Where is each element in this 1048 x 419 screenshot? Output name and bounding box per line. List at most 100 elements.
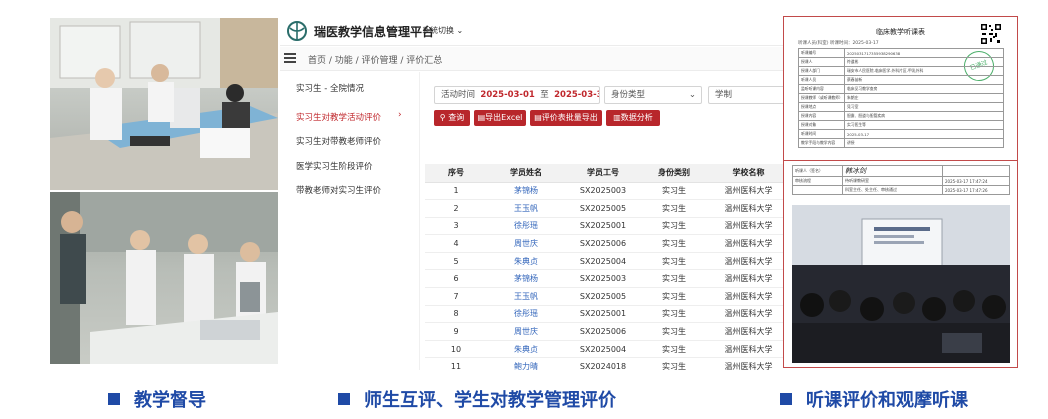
identity-type-select[interactable]: 身份类型 ⌄ <box>604 86 702 104</box>
column-header[interactable]: 学校名称 <box>707 164 790 183</box>
identity-type-placeholder: 身份类型 <box>611 90 646 100</box>
form-field-label: 监听听课内容 <box>798 84 845 94</box>
teaching-supervision-photo <box>50 18 278 190</box>
table-row[interactable]: 7 王玉帆 SX2025005 实习生 温州医科大学 <box>425 287 790 306</box>
column-header[interactable]: 身份类别 <box>641 164 707 183</box>
review-cell: 听课人（签名） <box>792 165 843 177</box>
table-row[interactable]: 11 鲍力晴 SX2024018 实习生 温州医科大学 <box>425 357 790 370</box>
table-cell: SX2025005 <box>565 287 641 306</box>
lecture-evaluation-form: 临床教学听课表 听课人员(科室) 听课时间：2025-03-17 已通过 听课编… <box>783 16 1018 162</box>
caption-teaching-supervision: 教学督导 <box>108 386 206 412</box>
hospital-logo-icon <box>287 21 307 41</box>
form-row: 授课对象 实习医生等 <box>798 120 1004 130</box>
form-field-value: 胆囊、胆道与胆管疾病 <box>844 111 1004 121</box>
form-meta: 听课人员(科室) 听课时间：2025-03-17 <box>798 41 879 46</box>
form-row: 授课教师（或听课教师） 朱朗庄 <box>798 93 1004 103</box>
form-field-label: 授课对象 <box>798 120 845 130</box>
data-analysis-button[interactable]: ▥数据分析 <box>606 110 660 126</box>
student-name-link[interactable]: 朱典贞 <box>487 252 565 271</box>
table-row[interactable]: 5 朱典贞 SX2025004 实习生 温州医科大学 <box>425 252 790 271</box>
menu-toggle-icon[interactable] <box>284 53 296 63</box>
export-excel-button[interactable]: ▤导出Excel <box>474 110 526 126</box>
form-field-value: 蔡春苗新 <box>844 75 1004 85</box>
table-cell: 温州医科大学 <box>707 357 790 370</box>
caption-text: 师生互评、学生对教学管理评价 <box>364 390 616 411</box>
system-switch-label: 系统切换 <box>422 26 454 35</box>
table-cell: 实习生 <box>641 287 707 306</box>
caption-lecture-observation: 听课评价和观摩听课 <box>780 386 968 412</box>
table-row[interactable]: 4 周世庆 SX2025006 实习生 温州医科大学 <box>425 234 790 253</box>
breadcrumb-bar: 首页 / 功能 / 评价管理 / 评价汇总 <box>280 47 790 71</box>
table-row[interactable]: 10 朱典贞 SX2025004 实习生 温州医科大学 <box>425 340 790 359</box>
form-field-value: 瑞安市人民医院-临床医学-外科片区-甲乳外科 <box>844 66 1004 76</box>
sidebar-item-intern-evaluation[interactable]: 带教老师对实习生评价 <box>296 184 381 196</box>
qr-code-icon <box>980 23 1002 45</box>
app-window: 瑞医教学信息管理平台 系统切换 ⌄ 首页 / 功能 / 评价管理 / 评价汇总 … <box>280 14 790 370</box>
date-separator: 至 <box>540 90 549 100</box>
table-cell: 4 <box>425 234 487 253</box>
form-row: 教学手段与教学内容 讲授 <box>798 138 1004 148</box>
sidebar-item-overview[interactable]: 实习生 - 全院情况 <box>296 82 364 94</box>
lecture-hall-photo <box>792 205 1010 363</box>
table-row[interactable]: 6 茅锦杨 SX2025003 实习生 温州医科大学 <box>425 269 790 289</box>
student-name-link[interactable]: 徐彤瑶 <box>487 217 565 236</box>
student-name-link[interactable]: 王玉帆 <box>487 287 565 306</box>
table-cell: SX2025003 <box>565 182 641 201</box>
square-bullet-icon <box>338 393 350 405</box>
form-field-value: 2025-03-17 <box>844 129 1004 139</box>
table-row[interactable]: 1 茅锦杨 SX2025003 实习生 温州医科大学 <box>425 182 790 201</box>
date-range-label: 活动时间 <box>441 90 476 100</box>
form-field-value: 見习室 <box>844 102 1004 112</box>
school-system-select[interactable]: 学制 <box>708 86 790 104</box>
form-row: 授课人部门 瑞安市人民医院-临床医学-外科片区-甲乳外科 <box>798 66 1004 76</box>
chevron-down-icon: ⌄ <box>456 26 464 35</box>
breadcrumb: 首页 / 功能 / 评价管理 / 评价汇总 <box>308 56 443 66</box>
table-cell: 3 <box>425 217 487 236</box>
student-name-link[interactable]: 茅锦杨 <box>487 182 565 201</box>
student-name-link[interactable]: 徐彤瑶 <box>487 305 565 324</box>
observation-lecture-record: 听课人（签名） 韩冰剑 审核流程 待听课教研室 2025-03-17 17:47… <box>783 160 1018 368</box>
table-cell: 实习生 <box>641 217 707 236</box>
form-row: 授课人 符道彬 <box>798 57 1004 67</box>
table-cell: 2 <box>425 199 487 218</box>
sidebar-item-stage-evaluation[interactable]: 医学实习生阶段评价 <box>296 160 373 172</box>
review-cell <box>942 165 1010 177</box>
table-cell: 温州医科大学 <box>707 287 790 306</box>
chevron-right-icon: › <box>398 110 402 120</box>
form-field-value: 朱朗庄 <box>844 93 1004 103</box>
batch-export-button[interactable]: ▤评价表批量导出 <box>530 110 602 126</box>
form-grid: 听课编号 2025031717355938290638 授课人 符道彬 授课人部门 瑞安市… <box>798 48 1004 148</box>
review-cell: 2025-03-17 17:47:24 <box>942 176 1010 186</box>
table-row[interactable]: 8 徐彤瑶 SX2025001 实习生 温州医科大学 <box>425 305 790 324</box>
form-field-value: 符道彬 <box>844 57 1004 67</box>
sidebar-item-activity-evaluation[interactable]: 实习生对教学活动评价 <box>296 111 381 123</box>
review-row: 听课人（签名） 韩冰剑 <box>792 165 1010 177</box>
form-field-label: 听课编号 <box>798 48 845 58</box>
search-button[interactable]: ⚲ 查询 <box>434 110 470 126</box>
student-name-link[interactable]: 鲍力晴 <box>487 357 565 370</box>
sidebar-item-teacher-evaluation[interactable]: 实习生对带教老师评价 <box>296 135 381 147</box>
column-header[interactable]: 学员姓名 <box>487 164 565 183</box>
table-cell: SX2025003 <box>565 269 641 289</box>
student-name-link[interactable]: 朱典贞 <box>487 340 565 359</box>
search-button-label: 查询 <box>448 113 465 122</box>
student-name-link[interactable]: 周世庆 <box>487 234 565 253</box>
table-row[interactable]: 9 周世庆 SX2025006 实习生 温州医科大学 <box>425 322 790 341</box>
column-header[interactable]: 序号 <box>425 164 487 183</box>
table-cell: SX2025004 <box>565 340 641 359</box>
column-header[interactable]: 学员工号 <box>565 164 641 183</box>
student-name-link[interactable]: 周世庆 <box>487 322 565 341</box>
table-cell: 实习生 <box>641 340 707 359</box>
app-title: 瑞医教学信息管理平台 <box>314 25 435 39</box>
square-bullet-icon <box>108 393 120 405</box>
table-row[interactable]: 2 王玉帆 SX2025005 实习生 温州医科大学 <box>425 199 790 218</box>
date-range-picker[interactable]: 活动时间 2025-03-01 至 2025-03-31 <box>434 86 600 104</box>
date-start-value: 2025-03-01 <box>480 90 535 100</box>
data-analysis-label: 数据分析 <box>620 113 653 122</box>
table-row[interactable]: 3 徐彤瑶 SX2025001 实习生 温州医科大学 <box>425 217 790 236</box>
student-name-link[interactable]: 茅锦杨 <box>487 269 565 289</box>
sidebar: 实习生 - 全院情况 实习生对教学活动评价 › 实习生对带教老师评价 医学实习生… <box>280 72 420 370</box>
system-switch-dropdown[interactable]: 系统切换 ⌄ <box>422 25 463 36</box>
student-name-link[interactable]: 王玉帆 <box>487 199 565 218</box>
app-topbar: 瑞医教学信息管理平台 系统切换 ⌄ <box>280 14 790 46</box>
